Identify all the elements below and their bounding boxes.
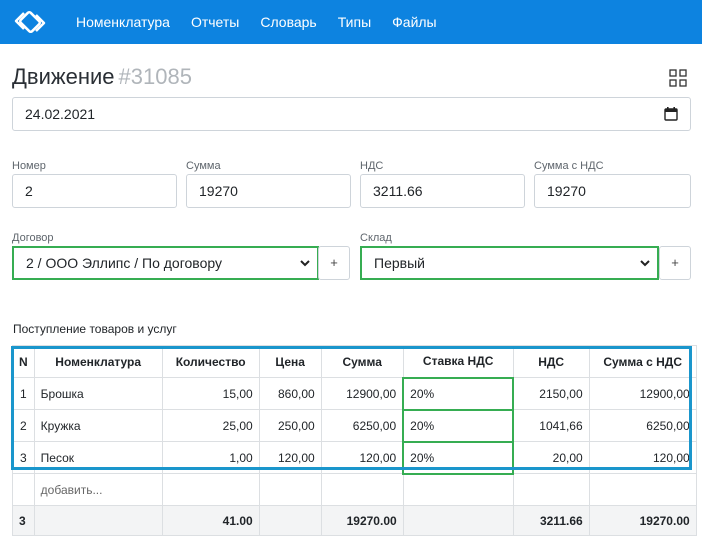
nav-item-files[interactable]: Файлы	[392, 14, 436, 30]
vat-label: НДС	[360, 160, 384, 172]
grid-icon[interactable]	[669, 69, 687, 87]
nav-item-reports[interactable]: Отчеты	[191, 14, 239, 30]
footer-sum-total: 19270.00	[320, 505, 404, 536]
date-value: 24.02.2021	[25, 106, 96, 122]
col-header-sum-vat: Сумма с НДС	[588, 345, 697, 378]
sum-vat-cell[interactable]: 6250,00	[588, 409, 697, 442]
empty-cell	[320, 473, 404, 506]
contract-select[interactable]: 2 / ООО Эллипс / По договору	[12, 246, 319, 280]
empty-cell	[402, 473, 514, 506]
nomenclature-cell[interactable]: Песок	[33, 441, 163, 474]
vat-cell[interactable]: 20,00	[512, 441, 590, 474]
sum-vat-label: Сумма с НДС	[534, 160, 604, 172]
vat-rate-cell[interactable]: 20%	[402, 408, 515, 443]
number-label: Номер	[12, 160, 46, 172]
contract-label: Договор	[12, 232, 54, 244]
add-warehouse-button[interactable]: +	[659, 246, 691, 280]
footer-quantity-total: 41.00	[161, 505, 260, 536]
vat-cell[interactable]: 2150,00	[512, 377, 590, 410]
empty-cell	[512, 473, 590, 506]
row-number: 2	[12, 409, 35, 442]
navbar: Номенклатура Отчеты Словарь Типы Файлы	[0, 0, 702, 44]
sum-vat-cell[interactable]: 12900,00	[588, 377, 697, 410]
quantity-cell[interactable]: 15,00	[161, 377, 260, 410]
logo-icon[interactable]	[13, 10, 47, 34]
col-header-nomenclature: Номенклатура	[33, 345, 163, 378]
add-contract-button[interactable]: +	[318, 246, 350, 280]
col-header-vat-rate: Ставка НДС	[402, 345, 514, 378]
calendar-icon[interactable]	[664, 107, 678, 121]
page-title-text: Движение	[12, 64, 115, 89]
table-header-row: N Номенклатура Количество Цена Сумма Ста…	[12, 345, 697, 378]
empty-cell	[588, 473, 697, 506]
sum-vat-field[interactable]: 19270	[534, 174, 691, 208]
quantity-cell[interactable]: 1,00	[161, 441, 260, 474]
footer-empty	[258, 505, 322, 536]
footer-vat-total: 3211.66	[512, 505, 590, 536]
goods-table: N Номенклатура Количество Цена Сумма Ста…	[12, 345, 697, 536]
goods-section-title: Поступление товаров и услуг	[13, 322, 177, 336]
quantity-cell[interactable]: 25,00	[161, 409, 260, 442]
price-cell[interactable]: 250,00	[258, 409, 322, 442]
nav-item-dictionary[interactable]: Словарь	[260, 14, 316, 30]
warehouse-value: Первый	[374, 255, 425, 271]
col-header-quantity: Количество	[161, 345, 260, 378]
vat-rate-cell[interactable]: 20%	[402, 376, 515, 411]
empty-cell	[161, 473, 260, 506]
footer-count: 3	[12, 505, 35, 536]
row-number: 1	[12, 377, 35, 410]
add-item-link[interactable]: добавить...	[33, 473, 163, 506]
footer-empty	[402, 505, 514, 536]
vat-cell[interactable]: 1041,66	[512, 409, 590, 442]
sum-cell[interactable]: 12900,00	[320, 377, 404, 410]
table-footer-row: 3 41.00 19270.00 3211.66 19270.00	[12, 505, 697, 536]
table-row[interactable]: 3 Песок 1,00 120,00 120,00 20% 20,00 120…	[12, 440, 697, 475]
col-header-n: N	[12, 345, 35, 378]
footer-empty	[33, 505, 163, 536]
nomenclature-cell[interactable]: Брошка	[33, 377, 163, 410]
date-input[interactable]: 24.02.2021	[12, 97, 691, 131]
chevron-down-icon	[300, 260, 310, 267]
empty-cell	[258, 473, 322, 506]
table-row[interactable]: 1 Брошка 15,00 860,00 12900,00 20% 2150,…	[12, 376, 697, 411]
row-number: 3	[12, 441, 35, 474]
table-row[interactable]: 2 Кружка 25,00 250,00 6250,00 20% 1041,6…	[12, 408, 697, 443]
nav-item-nomenclature[interactable]: Номенклатура	[76, 14, 170, 30]
add-row-number	[12, 473, 35, 506]
nav-item-types[interactable]: Типы	[338, 14, 371, 30]
col-header-sum: Сумма	[320, 345, 404, 378]
document-number: #31085	[118, 64, 192, 89]
nav-menu: Номенклатура Отчеты Словарь Типы Файлы	[76, 0, 458, 44]
warehouse-select[interactable]: Первый	[360, 246, 659, 280]
chevron-down-icon	[640, 260, 650, 267]
price-cell[interactable]: 120,00	[258, 441, 322, 474]
sum-field[interactable]: 19270	[186, 174, 351, 208]
warehouse-label: Склад	[360, 232, 392, 244]
sum-label: Сумма	[186, 160, 221, 172]
sum-cell[interactable]: 120,00	[320, 441, 404, 474]
price-cell[interactable]: 860,00	[258, 377, 322, 410]
sum-vat-cell[interactable]: 120,00	[588, 441, 697, 474]
add-row[interactable]: добавить...	[12, 473, 697, 506]
vat-field[interactable]: 3211.66	[360, 174, 525, 208]
col-header-vat: НДС	[512, 345, 590, 378]
number-field[interactable]: 2	[12, 174, 177, 208]
vat-rate-cell[interactable]: 20%	[402, 440, 515, 475]
footer-sum-vat-total: 19270.00	[588, 505, 697, 536]
sum-cell[interactable]: 6250,00	[320, 409, 404, 442]
contract-value: 2 / ООО Эллипс / По договору	[26, 255, 222, 271]
page-title: Движение #31085	[12, 64, 192, 90]
nomenclature-cell[interactable]: Кружка	[33, 409, 163, 442]
col-header-price: Цена	[258, 345, 322, 378]
